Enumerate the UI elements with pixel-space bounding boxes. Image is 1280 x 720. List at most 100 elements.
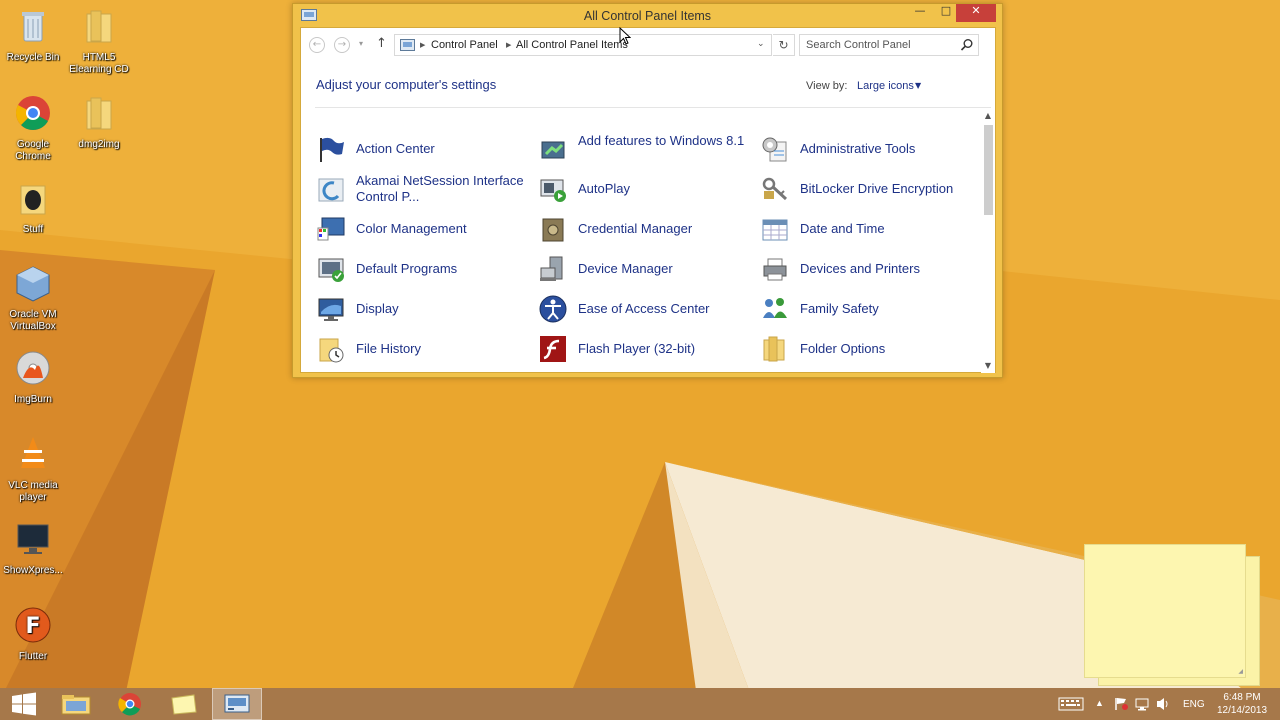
cp-item-flash-player[interactable]: Flash Player (32-bit) bbox=[538, 331, 748, 367]
search-icon[interactable] bbox=[960, 38, 974, 52]
cp-item-bitlocker[interactable]: BitLocker Drive Encryption bbox=[760, 171, 970, 207]
scroll-down-arrow-icon[interactable]: ▼ bbox=[981, 359, 995, 373]
search-box[interactable] bbox=[799, 34, 979, 56]
file-history-icon bbox=[319, 338, 344, 363]
cp-item-device-manager[interactable]: Device Manager bbox=[538, 251, 748, 287]
cp-item-administrative-tools[interactable]: Administrative Tools bbox=[760, 131, 970, 167]
autoplay-icon bbox=[540, 179, 566, 202]
item-label: Administrative Tools bbox=[800, 141, 916, 156]
desktop-icon-html5-elearning[interactable]: HTML5 Elearning CD bbox=[67, 6, 131, 76]
cp-item-folder-options[interactable]: Folder Options bbox=[760, 331, 970, 367]
minimize-button[interactable]: — bbox=[907, 4, 933, 24]
address-dropdown-chevron-icon[interactable]: ⌄ bbox=[757, 39, 765, 49]
cp-item-date-and-time[interactable]: Date and Time bbox=[760, 211, 970, 247]
volume-icon[interactable] bbox=[1155, 688, 1171, 720]
cp-item-default-programs[interactable]: Default Programs bbox=[316, 251, 526, 287]
show-hidden-icons-chevron-icon[interactable]: ▲ bbox=[1095, 698, 1107, 720]
item-label: Ease of Access Center bbox=[578, 301, 710, 316]
cp-item-akamai[interactable]: Akamai NetSession Interface Control P... bbox=[316, 171, 526, 207]
sticky-note[interactable]: ◢ bbox=[1084, 544, 1246, 678]
desktop-icon-label: Stuff bbox=[22, 224, 44, 235]
monitor-icon bbox=[17, 524, 49, 554]
desktop-icon-label: Google Chrome bbox=[15, 139, 51, 162]
taskbar-control-panel[interactable] bbox=[212, 688, 262, 720]
mouse-cursor-icon bbox=[619, 27, 631, 45]
clock-time[interactable]: 6:48 PM bbox=[1212, 692, 1272, 703]
breadcrumb-separator-icon[interactable]: ▶ bbox=[506, 41, 511, 49]
scroll-up-arrow-icon[interactable]: ▲ bbox=[981, 109, 995, 123]
view-by-dropdown[interactable]: Large icons bbox=[857, 80, 914, 92]
desktop-icon-stuff[interactable]: Stuff bbox=[1, 178, 65, 236]
windows-logo-icon bbox=[12, 692, 36, 716]
desktop-icon-dmg2img[interactable]: dmg2img bbox=[67, 93, 131, 151]
desktop-icon-label: VLC media player bbox=[8, 480, 58, 503]
input-language-indicator[interactable]: ENG bbox=[1183, 699, 1211, 720]
family-safety-icon bbox=[763, 298, 787, 318]
flash-player-icon bbox=[540, 336, 566, 362]
cp-item-devices-and-printers[interactable]: Devices and Printers bbox=[760, 251, 970, 287]
item-label: BitLocker Drive Encryption bbox=[800, 181, 954, 196]
desktop-icon-label: ImgBurn bbox=[14, 394, 52, 405]
taskbar-chrome[interactable] bbox=[106, 688, 154, 720]
touch-keyboard-icon[interactable] bbox=[1058, 688, 1084, 720]
clock-date[interactable]: 12/14/2013 bbox=[1212, 705, 1272, 716]
desktop-icon-showxpress[interactable]: ShowXpres... bbox=[1, 519, 65, 577]
folder-icon bbox=[86, 10, 112, 43]
taskbar-file-explorer[interactable] bbox=[52, 688, 100, 720]
title-bar[interactable]: All Control Panel Items — □ ✕ bbox=[293, 4, 1002, 26]
cp-item-autoplay[interactable]: AutoPlay bbox=[538, 171, 748, 207]
vlc-icon bbox=[21, 437, 45, 468]
taskbar: ▲ ENG 6:48 PM 12/14/2013 bbox=[0, 688, 1280, 720]
refresh-icon[interactable]: ↻ bbox=[773, 34, 795, 56]
cp-item-action-center[interactable]: Action Center bbox=[316, 131, 526, 167]
desktop-icon-label: dmg2img bbox=[78, 139, 120, 150]
admin-tools-icon bbox=[762, 137, 787, 162]
item-label: File History bbox=[356, 341, 422, 356]
scroll-thumb[interactable] bbox=[984, 125, 993, 215]
cp-item-family-safety[interactable]: Family Safety bbox=[760, 291, 970, 327]
desktop-icon-flutter[interactable]: F Flutter bbox=[1, 605, 65, 663]
cp-item-add-features[interactable]: Add features to Windows 8.1 bbox=[538, 131, 748, 167]
back-arrow-icon[interactable]: ← bbox=[309, 37, 325, 53]
breadcrumb-all-items[interactable]: All Control Panel Items bbox=[516, 39, 628, 51]
search-input[interactable] bbox=[806, 38, 956, 52]
item-label: Display bbox=[356, 301, 399, 316]
printer-icon bbox=[763, 258, 787, 281]
folder-icon bbox=[86, 97, 112, 130]
cp-item-ease-of-access[interactable]: Ease of Access Center bbox=[538, 291, 748, 327]
taskbar-sticky-notes[interactable] bbox=[160, 688, 208, 720]
cp-item-file-history[interactable]: File History bbox=[316, 331, 526, 367]
desktop-icon-chrome[interactable]: Google Chrome bbox=[1, 93, 65, 163]
close-button[interactable]: ✕ bbox=[956, 4, 996, 22]
breadcrumb-separator-icon[interactable]: ▶ bbox=[420, 41, 425, 49]
item-label: Flash Player (32-bit) bbox=[578, 341, 696, 356]
up-arrow-icon[interactable]: ↑ bbox=[376, 36, 387, 51]
item-label: Date and Time bbox=[800, 221, 885, 236]
flutter-icon: F bbox=[15, 607, 51, 643]
breadcrumb-control-panel[interactable]: Control Panel bbox=[431, 39, 498, 51]
bitlocker-keys-icon bbox=[762, 177, 788, 201]
desktop-icon-recycle-bin[interactable]: Recycle Bin bbox=[1, 6, 65, 64]
start-button[interactable] bbox=[0, 688, 48, 720]
item-label: Color Management bbox=[356, 221, 467, 236]
desktop-icon-vlc[interactable]: VLC media player bbox=[1, 434, 65, 504]
vertical-scrollbar[interactable]: ▲ ▼ bbox=[981, 109, 995, 373]
device-manager-icon bbox=[540, 256, 563, 281]
item-label: Akamai NetSession Interface Control P... bbox=[356, 173, 524, 204]
action-center-flag-icon[interactable] bbox=[1113, 688, 1129, 720]
recent-locations-chevron-icon[interactable]: ▾ bbox=[359, 39, 363, 48]
chevron-down-icon[interactable]: ▼ bbox=[915, 81, 921, 90]
address-bar[interactable]: ▶ Control Panel ▶ All Control Panel Item… bbox=[394, 34, 772, 56]
resize-grip-icon[interactable]: ◢ bbox=[1238, 668, 1243, 675]
forward-arrow-icon[interactable]: → bbox=[334, 37, 350, 53]
network-icon[interactable] bbox=[1134, 688, 1150, 720]
navigation-bar: ← → ▾ ↑ ▶ Control Panel ▶ All Control Pa… bbox=[301, 28, 995, 62]
cp-item-credential-manager[interactable]: Credential Manager bbox=[538, 211, 748, 247]
control-panel-window: All Control Panel Items — □ ✕ ← → ▾ ↑ ▶ … bbox=[292, 3, 1003, 378]
cp-item-color-management[interactable]: Color Management bbox=[316, 211, 526, 247]
desktop-icon-imgburn[interactable]: ImgBurn bbox=[1, 348, 65, 406]
desktop-icon-virtualbox[interactable]: Oracle VM VirtualBox bbox=[1, 263, 65, 333]
cp-item-display[interactable]: Display bbox=[316, 291, 526, 327]
window-title: All Control Panel Items bbox=[583, 9, 712, 23]
desktop-icon-label: ShowXpres... bbox=[3, 565, 63, 576]
